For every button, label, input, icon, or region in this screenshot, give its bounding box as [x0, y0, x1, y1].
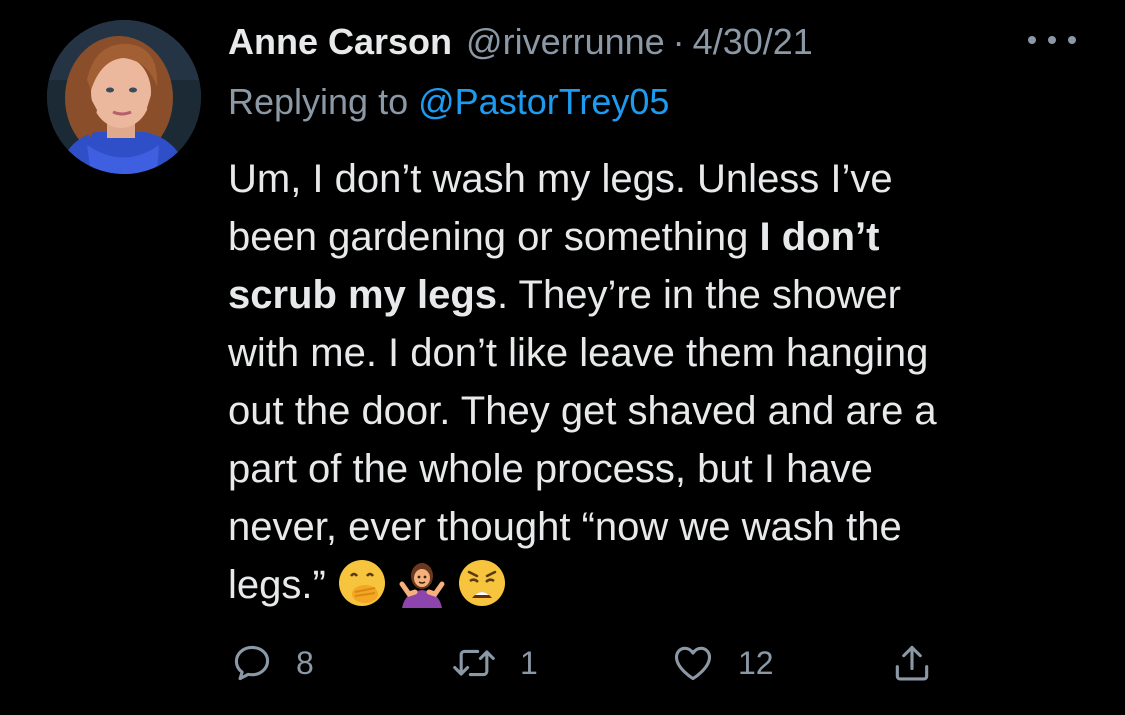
body-line: legs.” [228, 556, 1088, 614]
tweet-date[interactable]: 4/30/21 [693, 20, 813, 64]
body-line: scrub my legs. They’re in the shower [228, 266, 1088, 324]
body-text: . They’re in the shower [497, 273, 901, 317]
avatar-image [47, 20, 201, 174]
retweet-count: 1 [520, 644, 538, 681]
separator: · [672, 21, 685, 62]
tweet[interactable]: Anne Carson @riverrunne · 4/30/21 Replyi… [0, 0, 1125, 715]
action-bar: 8 1 12 [230, 638, 950, 688]
retweet-button[interactable]: 1 [450, 638, 538, 688]
replying-to: Replying to @PastorTrey05 [228, 80, 669, 124]
body-text: been gardening or something [228, 215, 760, 259]
reply-icon [234, 645, 270, 681]
dot [1048, 36, 1056, 44]
body-line: with me. I don’t like leave them hanging [228, 331, 929, 375]
like-button[interactable]: 12 [670, 638, 774, 688]
reply-count: 8 [296, 644, 314, 681]
body-line: part of the whole process, but I have [228, 447, 873, 491]
replying-to-mention[interactable]: @PastorTrey05 [418, 81, 669, 122]
body-line: never, ever thought “now we wash the [228, 505, 902, 549]
weary-face-icon [458, 560, 505, 606]
body-bold-text: I don’t [759, 215, 880, 259]
tweet-header: Anne Carson @riverrunne · 4/30/21 [228, 20, 813, 64]
body-text: legs.” [228, 563, 337, 607]
share-button[interactable] [890, 638, 934, 688]
like-count: 12 [738, 644, 774, 681]
more-options-icon[interactable] [1028, 26, 1076, 54]
body-bold-text: scrub my legs [228, 273, 498, 317]
heart-icon [674, 646, 712, 681]
replying-prefix: Replying to [228, 81, 419, 122]
author-name[interactable]: Anne Carson [228, 20, 452, 64]
author-handle[interactable]: @riverrunne [466, 20, 665, 64]
share-icon [895, 645, 929, 681]
face-with-hand-over-mouth-icon [338, 560, 385, 606]
avatar[interactable] [47, 20, 201, 174]
body-line: been gardening or something I don’t [228, 208, 1088, 266]
person-shrugging-icon [399, 563, 445, 608]
body-line: out the door. They get shaved and are a [228, 389, 937, 433]
body-line: Um, I don’t wash my legs. Unless I’ve [228, 157, 893, 201]
dot [1028, 36, 1036, 44]
dot [1068, 36, 1076, 44]
retweet-icon [453, 649, 495, 677]
reply-button[interactable]: 8 [230, 638, 314, 688]
tweet-body: Um, I don’t wash my legs. Unless I’ve be… [228, 150, 1088, 614]
